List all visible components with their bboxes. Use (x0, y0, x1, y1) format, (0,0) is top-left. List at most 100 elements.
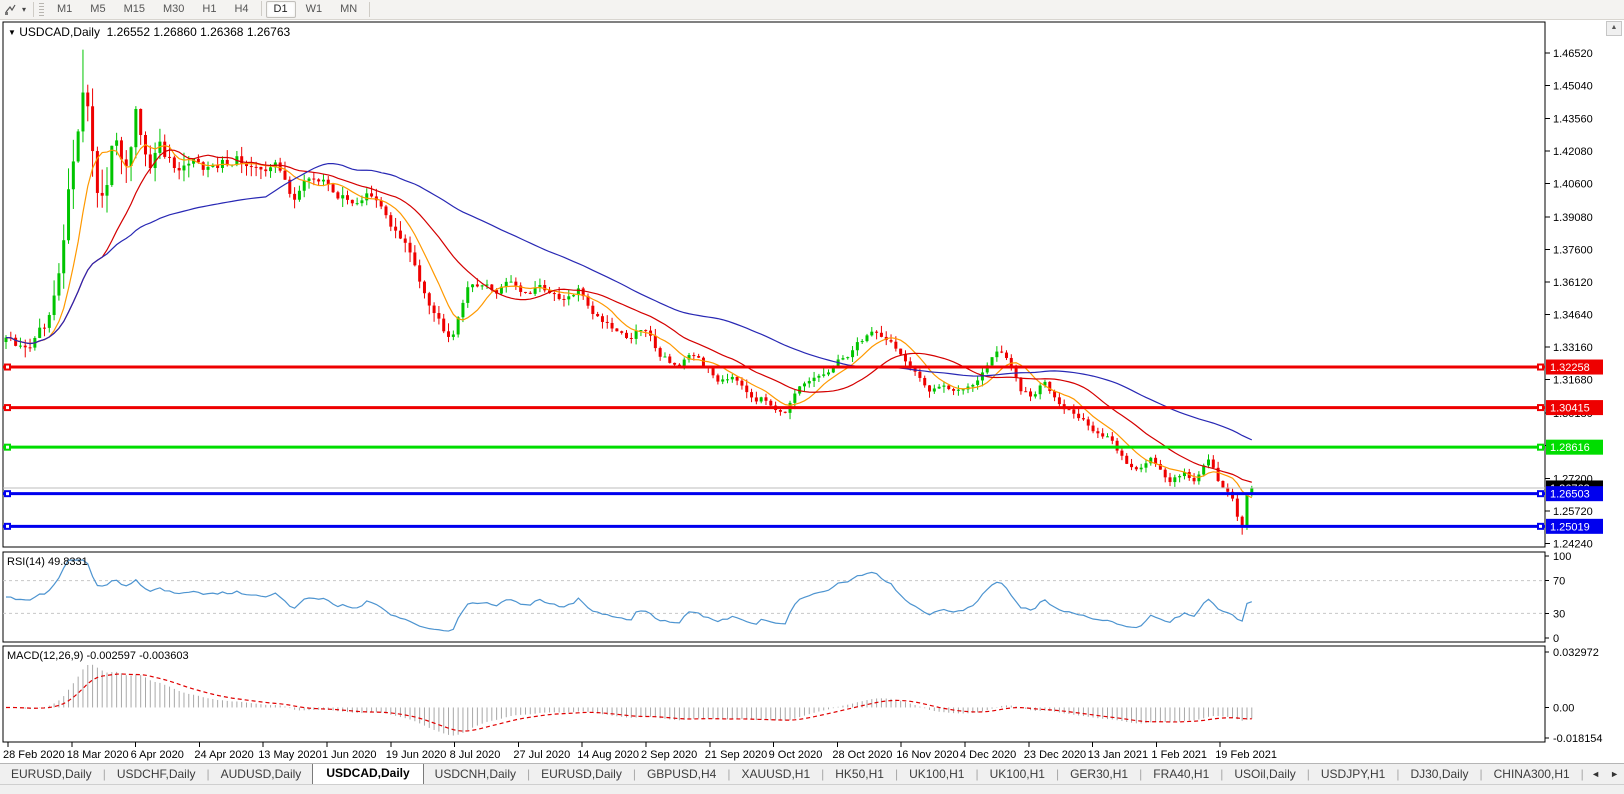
tab-usdjpy-h1[interactable]: USDJPY,H1 (1310, 765, 1396, 784)
x-axis-date-label: 23 Dec 2020 (1024, 749, 1086, 761)
ohlc-high: 1.26860 (153, 25, 197, 39)
tab-scroll-left-icon[interactable]: ◄ (1586, 769, 1605, 779)
timeframe-button-H4[interactable]: H4 (226, 1, 256, 18)
tab-dj30-daily[interactable]: DJ30,Daily (1399, 765, 1479, 784)
tab-fra40-h1[interactable]: FRA40,H1 (1142, 765, 1220, 784)
timeframe-button-D1[interactable]: D1 (265, 1, 296, 18)
y-axis-tick-label: 1.34640 (1553, 310, 1593, 322)
timeframe-button-M15[interactable]: M15 (116, 1, 153, 18)
x-axis-date-label: 6 Apr 2020 (131, 749, 184, 761)
x-axis-date-label: 13 Jan 2021 (1088, 749, 1149, 761)
rsi-scale-label: 100 (1553, 551, 1571, 563)
y-axis-tick-label: 1.40600 (1553, 178, 1593, 190)
y-axis-tick-label: 1.39080 (1553, 212, 1593, 224)
macd-scale-label: 0.032972 (1553, 647, 1599, 659)
macd-scale-label: 0.00 (1553, 702, 1574, 714)
timeframe-button-group: M1 M5 M15 M30 H1 H4 D1 W1 MN (48, 1, 366, 18)
svg-text:1.26503: 1.26503 (1550, 489, 1590, 501)
timeframe-button-MN[interactable]: MN (332, 1, 365, 18)
ohlc-close: 1.26763 (246, 25, 291, 39)
chart-menu-caret-icon[interactable]: ▼ (8, 28, 16, 37)
crosshair-tool-icon[interactable] (0, 1, 21, 18)
x-axis-date-label: 1 Jun 2020 (322, 749, 376, 761)
x-axis-date-label: 14 Aug 2020 (577, 749, 639, 761)
x-axis-date-label: 16 Nov 2020 (896, 749, 958, 761)
toolbar-grip-handle[interactable] (39, 2, 45, 17)
tab-xauusd-h1[interactable]: XAUUSD,H1 (730, 765, 821, 784)
crosshair-glyph (5, 4, 16, 15)
y-axis-tick-label: 1.42080 (1553, 146, 1593, 158)
x-axis-date-label: 9 Oct 2020 (769, 749, 823, 761)
tab-uk100-h1[interactable]: UK100,H1 (898, 765, 975, 784)
tool-dropdown-caret-icon[interactable]: ▾ (21, 5, 30, 14)
toolbar-separator (260, 1, 262, 16)
rsi-indicator-label: RSI(14) 49.8331 (7, 556, 88, 568)
y-axis-tick-label: 1.43560 (1553, 113, 1593, 125)
chart-pane[interactable] (2, 21, 1546, 548)
x-axis-date-label: 19 Feb 2021 (1215, 749, 1277, 761)
x-axis-date-label: 28 Oct 2020 (832, 749, 892, 761)
tab-ger30-h1[interactable]: GER30,H1 (1059, 765, 1139, 784)
x-axis-date-label: 13 May 2020 (258, 749, 322, 761)
chart-canvas[interactable]: 1.46520 1.45040 1.43560 1.42080 1.40600 1.390… (0, 0, 1624, 763)
y-axis-tick-label: 1.45040 (1553, 81, 1593, 93)
timeframe-button-M30[interactable]: M30 (155, 1, 192, 18)
toolbar-separator (33, 2, 35, 17)
y-axis-tick-label: 1.37600 (1553, 244, 1593, 256)
x-axis-date-label: 28 Feb 2020 (3, 749, 65, 761)
x-axis-date-label: 18 Mar 2020 (67, 749, 129, 761)
rsi-scale-label: 30 (1553, 608, 1565, 620)
tab-hk50-h1[interactable]: HK50,H1 (824, 765, 895, 784)
ohlc-open: 1.26552 (106, 25, 151, 39)
tab-audusd-daily[interactable]: AUDUSD,Daily (210, 765, 313, 784)
svg-text:1.32258: 1.32258 (1550, 362, 1590, 374)
y-axis-tick-label: 1.25720 (1553, 506, 1593, 518)
ohlc-low: 1.26368 (200, 25, 244, 39)
tab-usdcnh-daily[interactable]: USDCNH,Daily (424, 765, 527, 784)
chart-pane[interactable] (2, 551, 1546, 643)
x-axis-date-label: 21 Sep 2020 (705, 749, 767, 761)
rsi-scale-label: 70 (1553, 576, 1565, 588)
y-axis-tick-label: 1.33160 (1553, 342, 1593, 354)
y-axis-tick-label: 1.24240 (1553, 538, 1593, 550)
scroll-up-button[interactable]: ▲ (1606, 21, 1622, 36)
macd-scale-label: -0.018154 (1553, 733, 1603, 745)
timeframe-button-H1[interactable]: H1 (194, 1, 224, 18)
chart-pane[interactable] (2, 645, 1546, 743)
timeframe-toolbar: ▾ M1 M5 M15 M30 H1 H4 D1 W1 MN (0, 0, 1624, 20)
macd-indicator-label: MACD(12,26,9) -0.002597 -0.003603 (7, 650, 189, 662)
tab-usoil-daily[interactable]: USOil,Daily (1223, 765, 1306, 784)
svg-text:1.25019: 1.25019 (1550, 521, 1590, 533)
timeframe-button-W1[interactable]: W1 (298, 1, 331, 18)
x-axis-date-label: 1 Feb 2021 (1151, 749, 1207, 761)
x-axis-date-label: 8 Jul 2020 (450, 749, 501, 761)
x-axis-date-label: 24 Apr 2020 (194, 749, 253, 761)
x-axis-date-label: 4 Dec 2020 (960, 749, 1016, 761)
tab-eurusd-daily[interactable]: EURUSD,Daily (530, 765, 633, 784)
y-axis-tick-label: 1.31680 (1553, 375, 1593, 387)
chart-title: ▼ USDCAD,Daily 1.26552 1.26860 1.26368 1… (8, 25, 290, 39)
symbol-tab-bar: EURUSD,Daily | USDCHF,Daily | AUDUSD,Daily US… (0, 763, 1624, 784)
trading-terminal-window: ▾ M1 M5 M15 M30 H1 H4 D1 W1 MN 1.46520 1.45040 1.4… (0, 0, 1624, 794)
toolbar-separator (369, 2, 371, 17)
svg-text:1.28616: 1.28616 (1550, 442, 1590, 454)
tab-gbpusd-h4[interactable]: GBPUSD,H4 (636, 765, 727, 784)
x-axis-date-label: 19 Jun 2020 (386, 749, 447, 761)
tab-usdchf-daily[interactable]: USDCHF,Daily (106, 765, 207, 784)
x-axis-date-label: 27 Jul 2020 (513, 749, 570, 761)
tab-eurusd-daily[interactable]: EURUSD,Daily (0, 765, 103, 784)
timeframe-button-M1[interactable]: M1 (49, 1, 80, 18)
y-axis-tick-label: 1.46520 (1553, 48, 1593, 60)
tab-scroll-right-icon[interactable]: ► (1605, 769, 1624, 779)
svg-text:1.30415: 1.30415 (1550, 403, 1590, 415)
status-bar (0, 784, 1624, 794)
chart-title-symbol: USDCAD,Daily (19, 25, 100, 39)
y-axis-tick-label: 1.36120 (1553, 277, 1593, 289)
x-axis-date-label: 2 Sep 2020 (641, 749, 697, 761)
rsi-scale-label: 0 (1553, 633, 1559, 645)
tab-scroll-arrows: ◄ ► (1584, 764, 1624, 783)
timeframe-button-M5[interactable]: M5 (82, 1, 113, 18)
tab-china300-h1[interactable]: CHINA300,H1 (1483, 765, 1581, 784)
tab-usdcad-daily[interactable]: USDCAD,Daily (312, 764, 424, 784)
tab-uk100-h1[interactable]: UK100,H1 (979, 765, 1056, 784)
